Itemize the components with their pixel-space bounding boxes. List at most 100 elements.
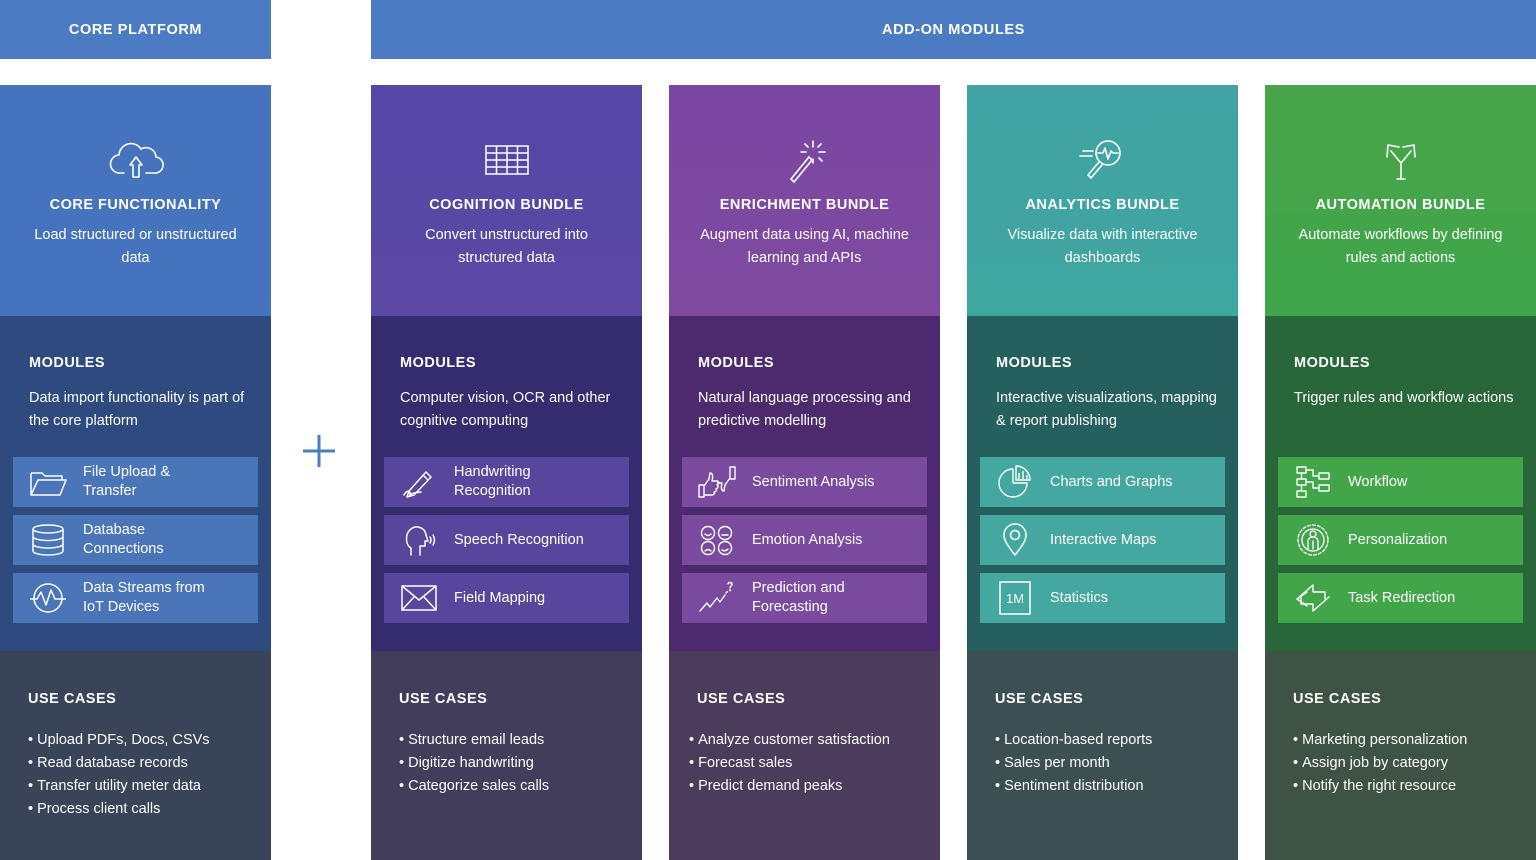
module-sentiment-analysis[interactable]: Sentiment Analysis (682, 457, 927, 507)
automation-bundle-column: AUTOMATION BUNDLE Automate workflows by … (1265, 85, 1536, 860)
column-description: Augment data using AI, machine learning … (700, 227, 909, 266)
module-speech-recognition[interactable]: Speech Recognition (384, 515, 629, 565)
module-emotion-analysis[interactable]: Emotion Analysis (682, 515, 927, 565)
use-case-item: Assign job by category (1293, 752, 1526, 775)
column-header: COGNITION BUNDLE Convert unstructured in… (371, 85, 642, 316)
workflow-icon (1292, 465, 1334, 499)
column-title: COGNITION BUNDLE (429, 197, 584, 213)
modules-heading: MODULES (698, 355, 774, 371)
envelope-icon (398, 581, 440, 615)
module-workflow[interactable]: Workflow (1278, 457, 1523, 507)
use-case-item: Structure email leads (399, 729, 632, 752)
module-interactive-maps[interactable]: Interactive Maps (980, 515, 1225, 565)
use-case-item: Analyze customer satisfaction (689, 729, 930, 752)
use-cases-heading: USE CASES (697, 691, 786, 707)
modules-description: Interactive visualizations, mapping & re… (996, 390, 1217, 429)
use-cases-section: USE CASES Location-based reports Sales p… (967, 651, 1238, 860)
modules-section: MODULES Data import functionality is par… (0, 316, 271, 651)
module-label: Speech Recognition (454, 531, 584, 548)
column-description: Load structured or unstructured data (34, 227, 237, 266)
use-case-item: Sentiment distribution (995, 775, 1228, 798)
add-on-modules-banner: ADD-ON MODULES (371, 0, 1536, 59)
modules-description: Computer vision, OCR and other cognitive… (400, 390, 611, 429)
person-target-icon (1292, 523, 1334, 557)
use-case-item: Categorize sales calls (399, 775, 632, 798)
module-label: Database Connections (83, 522, 164, 557)
module-database-connections[interactable]: Database Connections (13, 515, 258, 565)
module-charts-and-graphs[interactable]: Charts and Graphs (980, 457, 1225, 507)
use-case-item: Transfer utility meter data (28, 775, 261, 798)
modules-description: Trigger rules and workflow actions (1294, 390, 1514, 406)
modules-heading: MODULES (1294, 355, 1370, 371)
database-icon (27, 523, 69, 557)
use-cases-list: Analyze customer satisfaction Forecast s… (689, 729, 930, 798)
module-label: Handwriting Recognition (454, 464, 531, 499)
module-label: Statistics (1050, 589, 1109, 606)
split-arrows-icon (1265, 135, 1536, 185)
modules-description: Natural language processing and predicti… (698, 390, 911, 429)
module-prediction-forecasting[interactable]: Prediction and Forecasting (682, 573, 927, 623)
column-title: CORE FUNCTIONALITY (49, 197, 222, 213)
use-case-item: Upload PDFs, Docs, CSVs (28, 729, 261, 752)
use-case-item: Digitize handwriting (399, 752, 632, 775)
module-data-streams[interactable]: Data Streams from IoT Devices (13, 573, 258, 623)
use-cases-section: USE CASES Analyze customer satisfaction … (669, 651, 940, 860)
use-case-item: Marketing personalization (1293, 729, 1526, 752)
analytics-bundle-column: ANALYTICS BUNDLE Visualize data with int… (967, 85, 1238, 860)
redirect-arrows-icon (1292, 581, 1334, 615)
core-functionality-column: CORE FUNCTIONALITY Load structured or un… (0, 85, 271, 860)
module-label: Workflow (1348, 473, 1408, 490)
module-label: Field Mapping (454, 589, 546, 606)
column-header: AUTOMATION BUNDLE Automate workflows by … (1265, 85, 1536, 316)
module-label: Sentiment Analysis (752, 473, 875, 490)
module-label: Charts and Graphs (1050, 473, 1173, 490)
use-case-item: Read database records (28, 752, 261, 775)
use-cases-list: Structure email leads Digitize handwriti… (399, 729, 632, 798)
core-platform-banner: CORE PLATFORM (0, 0, 271, 59)
cloud-upload-icon (0, 135, 271, 185)
module-field-mapping[interactable]: Field Mapping (384, 573, 629, 623)
use-case-item: Predict demand peaks (689, 775, 930, 798)
module-personalization[interactable]: Personalization (1278, 515, 1523, 565)
use-cases-list: Upload PDFs, Docs, CSVs Read database re… (28, 729, 261, 821)
cognition-bundle-column: COGNITION BUNDLE Convert unstructured in… (371, 85, 642, 860)
column-header: ENRICHMENT BUNDLE Augment data using AI,… (669, 85, 940, 316)
thumbs-icon (696, 465, 738, 499)
use-case-item: Sales per month (995, 752, 1228, 775)
plus-icon (303, 435, 335, 467)
magic-wand-icon (669, 135, 940, 185)
module-task-redirection[interactable]: Task Redirection (1278, 573, 1523, 623)
column-description: Convert unstructured into structured dat… (425, 227, 588, 266)
modules-description: Data import functionality is part of the… (29, 390, 245, 429)
modules-heading: MODULES (29, 355, 105, 371)
use-cases-heading: USE CASES (995, 691, 1084, 707)
module-handwriting-recognition[interactable]: Handwriting Recognition (384, 457, 629, 507)
faces-icon (696, 523, 738, 557)
module-statistics[interactable]: 1M Statistics (980, 573, 1225, 623)
modules-section: MODULES Interactive visualizations, mapp… (967, 316, 1238, 651)
use-cases-heading: USE CASES (399, 691, 488, 707)
column-title: ANALYTICS BUNDLE (1025, 197, 1180, 213)
enrichment-bundle-column: ENRICHMENT BUNDLE Augment data using AI,… (669, 85, 940, 860)
module-label: File Upload & Transfer (83, 464, 171, 499)
use-cases-section: USE CASES Upload PDFs, Docs, CSVs Read d… (0, 651, 271, 860)
grid-table-icon (371, 135, 642, 185)
module-label: Task Redirection (1348, 589, 1456, 606)
module-label: Data Streams from IoT Devices (83, 580, 205, 615)
statistics-1m-icon: 1M (994, 581, 1036, 615)
trend-question-icon (696, 581, 738, 615)
module-label: Personalization (1348, 531, 1448, 548)
module-label: Prediction and Forecasting (752, 580, 845, 615)
module-label: Emotion Analysis (752, 531, 863, 548)
use-cases-section: USE CASES Structure email leads Digitize… (371, 651, 642, 860)
use-cases-list: Marketing personalization Assign job by … (1293, 729, 1526, 798)
use-cases-list: Location-based reports Sales per month S… (995, 729, 1228, 798)
pen-icon (398, 465, 440, 499)
module-label: Interactive Maps (1050, 531, 1157, 548)
column-description: Visualize data with interactive dashboar… (1007, 227, 1198, 266)
use-cases-heading: USE CASES (1293, 691, 1382, 707)
module-file-upload[interactable]: File Upload & Transfer (13, 457, 258, 507)
use-case-item: Location-based reports (995, 729, 1228, 752)
modules-section: MODULES Trigger rules and workflow actio… (1265, 316, 1536, 651)
data-stream-icon (27, 581, 69, 615)
